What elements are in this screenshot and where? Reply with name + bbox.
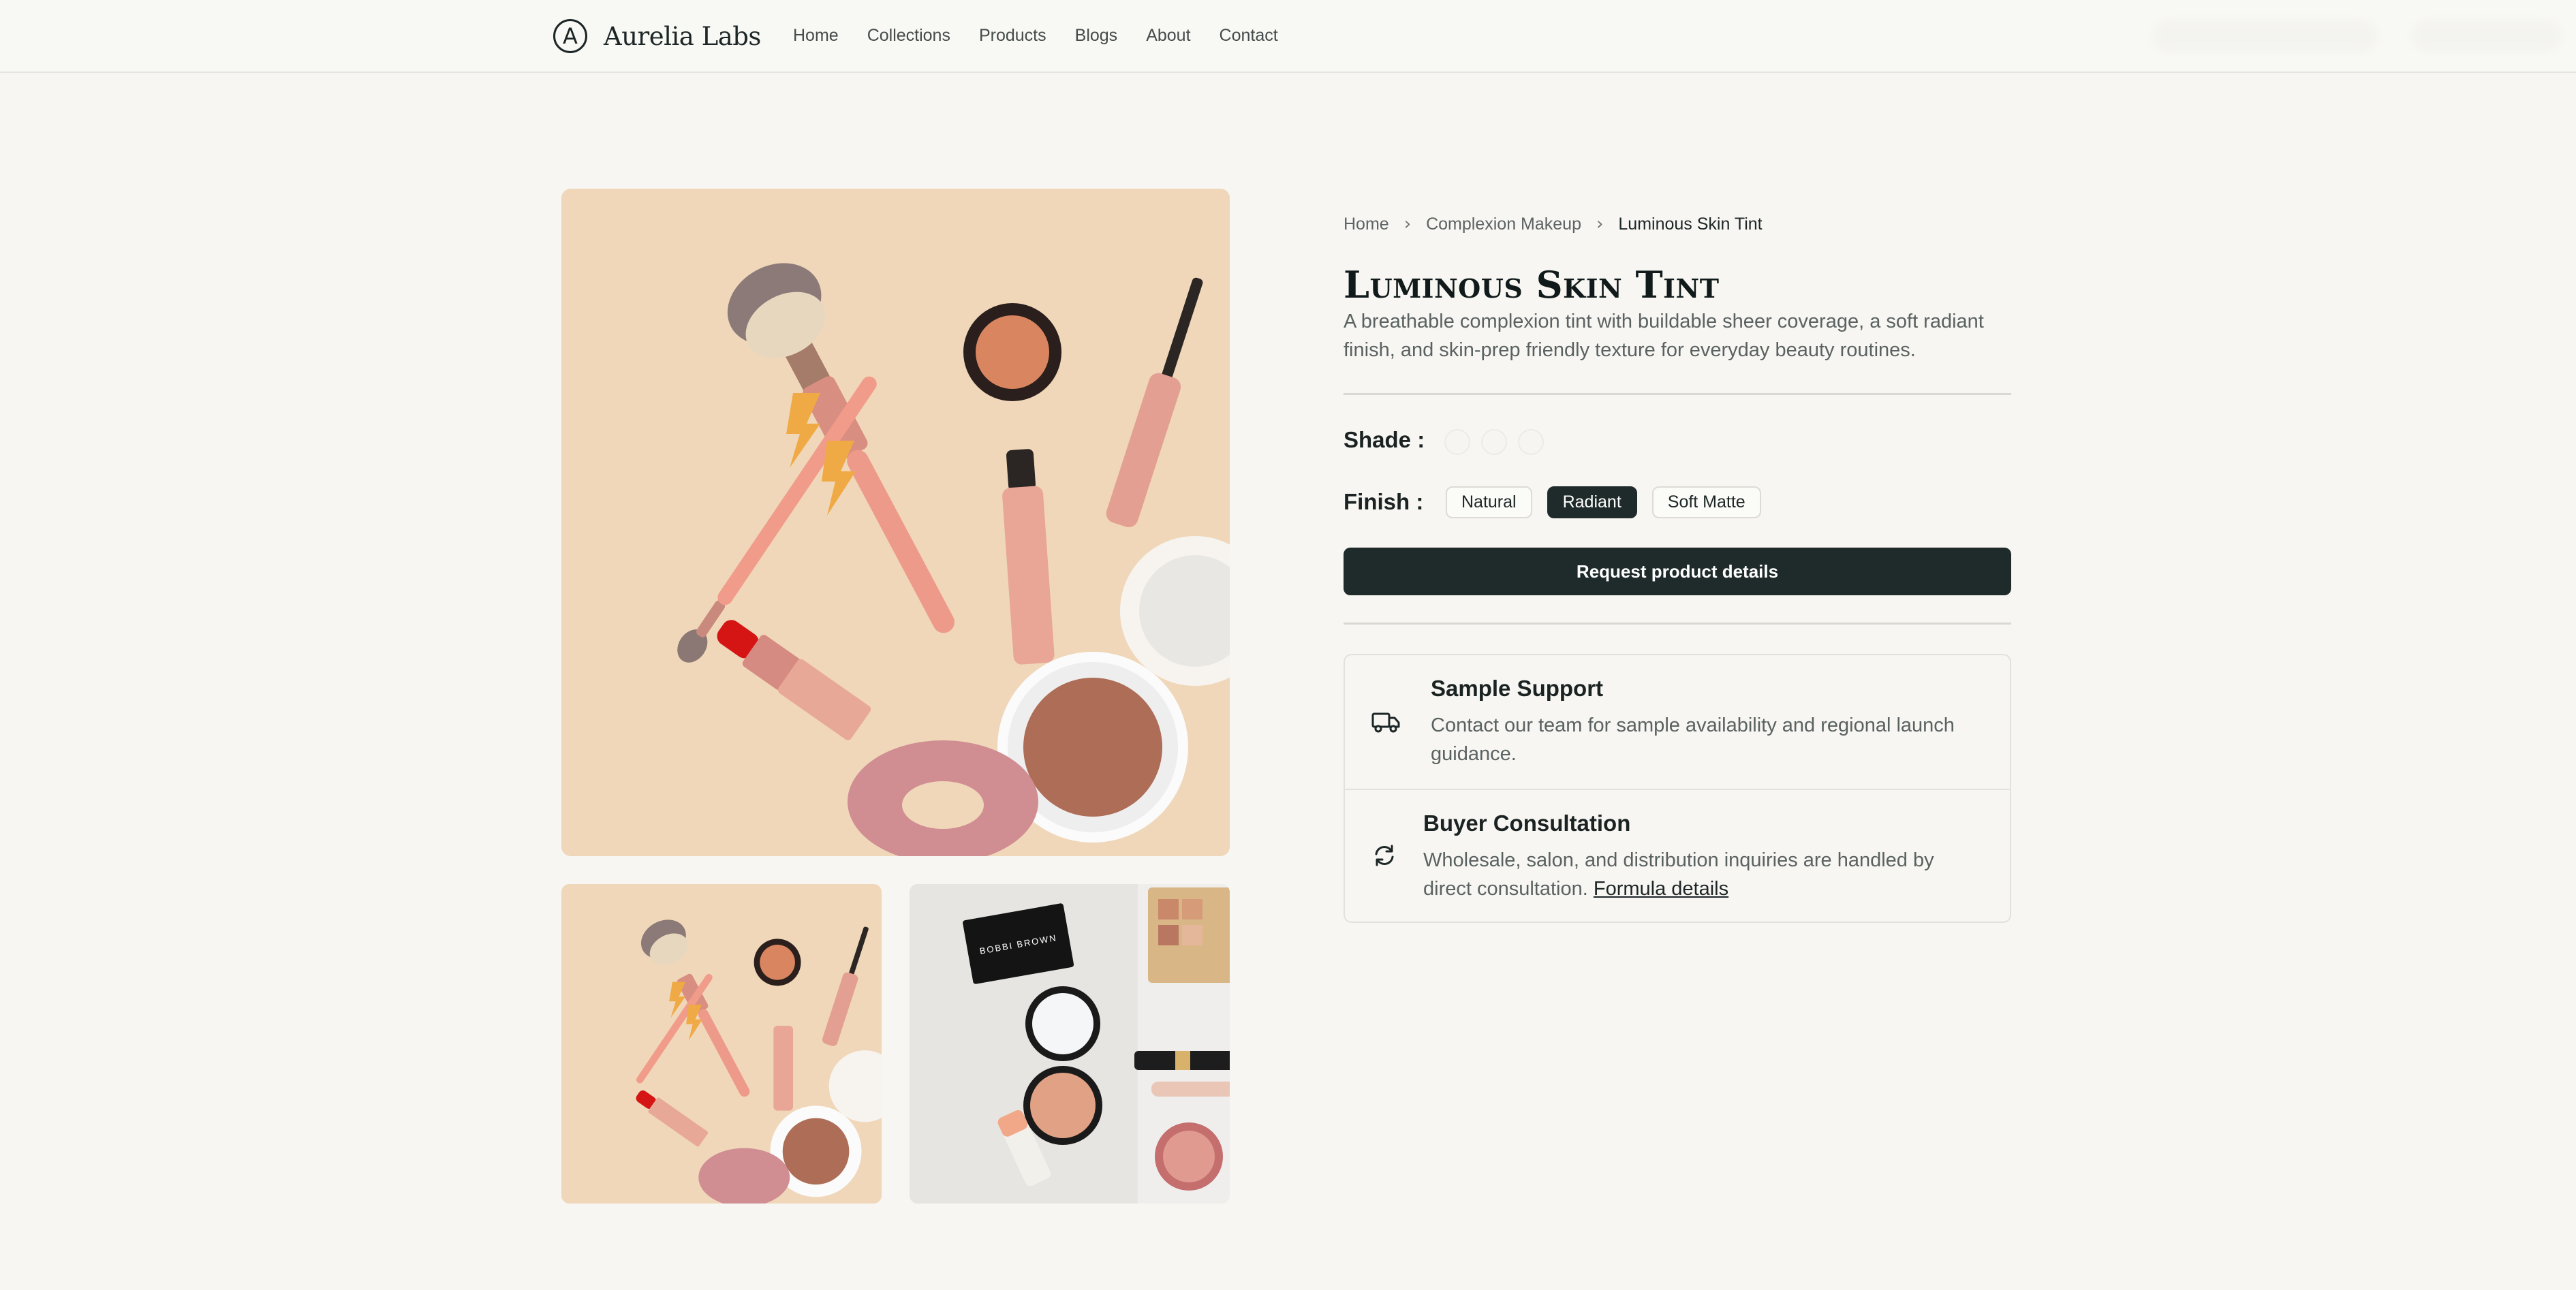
product-title: Luminous Skin Tint bbox=[1344, 263, 1720, 306]
sample-support-row: Sample Support Contact our team for samp… bbox=[1345, 655, 2010, 789]
breadcrumb-home[interactable]: Home bbox=[1344, 215, 1389, 234]
product-description: A breathable complexion tint with builda… bbox=[1344, 311, 1984, 361]
main-nav: Home Collections Products Blogs About Co… bbox=[793, 22, 1278, 49]
makeup-flatlay-illustration bbox=[561, 884, 882, 1204]
shade-swatch[interactable] bbox=[1444, 429, 1470, 455]
header-blurred-control bbox=[2153, 20, 2378, 52]
brand-name: Aurelia Labs bbox=[604, 21, 761, 51]
breadcrumb-current: Luminous Skin Tint bbox=[1618, 214, 1763, 234]
sample-support-text: Contact our team for sample availability… bbox=[1431, 714, 1955, 765]
nav-blogs[interactable]: Blogs bbox=[1075, 26, 1118, 46]
chevron-right-icon: › bbox=[1596, 214, 1604, 234]
request-details-button[interactable]: Request product details bbox=[1344, 548, 2011, 595]
nav-collections[interactable]: Collections bbox=[867, 26, 950, 46]
product-thumbnail-1[interactable] bbox=[561, 884, 882, 1204]
nav-home[interactable]: Home bbox=[793, 26, 839, 46]
sample-support-title: Sample Support bbox=[1431, 676, 1604, 701]
logo-mark-icon: A bbox=[553, 19, 587, 53]
brand-logo[interactable]: A Aurelia Labs bbox=[553, 18, 761, 54]
buyer-consultation-title: Buyer Consultation bbox=[1423, 811, 1631, 836]
product-main-image[interactable] bbox=[561, 189, 1230, 856]
finish-options: Natural Radiant Soft Matte bbox=[1446, 486, 1761, 518]
truck-icon bbox=[1371, 707, 1401, 737]
buyer-consultation-text: Wholesale, salon, and distribution inqui… bbox=[1423, 846, 1982, 903]
site-header: A Aurelia Labs Home Collections Products… bbox=[0, 0, 2576, 73]
buyer-consultation-row: Buyer Consultation Wholesale, salon, and… bbox=[1345, 789, 2010, 923]
formula-details-link[interactable]: Formula details bbox=[1594, 878, 1728, 900]
nav-products[interactable]: Products bbox=[979, 26, 1046, 46]
chevron-right-icon: › bbox=[1403, 214, 1412, 234]
divider bbox=[1344, 393, 2011, 395]
breadcrumb: Home › Complexion Makeup › Luminous Skin… bbox=[1344, 212, 1763, 236]
info-panel: Sample Support Contact our team for samp… bbox=[1344, 654, 2011, 923]
nav-contact[interactable]: Contact bbox=[1220, 26, 1278, 46]
shade-swatches bbox=[1444, 429, 1544, 455]
makeup-flatlay-illustration bbox=[561, 189, 1230, 856]
finish-option-soft-matte[interactable]: Soft Matte bbox=[1651, 486, 1761, 518]
header-blurred-control bbox=[2412, 20, 2562, 52]
divider bbox=[1344, 623, 2011, 625]
refresh-icon bbox=[1369, 840, 1399, 870]
finish-option-natural[interactable]: Natural bbox=[1446, 486, 1532, 518]
product-thumbnail-2[interactable]: BOBBI BROWN bbox=[910, 884, 1230, 1204]
shade-label: Shade : bbox=[1344, 427, 1425, 452]
shade-swatch[interactable] bbox=[1481, 429, 1507, 455]
makeup-marble-illustration: BOBBI BROWN bbox=[910, 884, 1230, 1204]
nav-about[interactable]: About bbox=[1146, 26, 1190, 46]
breadcrumb-category[interactable]: Complexion Makeup bbox=[1426, 215, 1581, 234]
shade-swatch[interactable] bbox=[1518, 429, 1544, 455]
finish-label: Finish : bbox=[1344, 489, 1424, 514]
finish-option-radiant[interactable]: Radiant bbox=[1547, 486, 1637, 518]
